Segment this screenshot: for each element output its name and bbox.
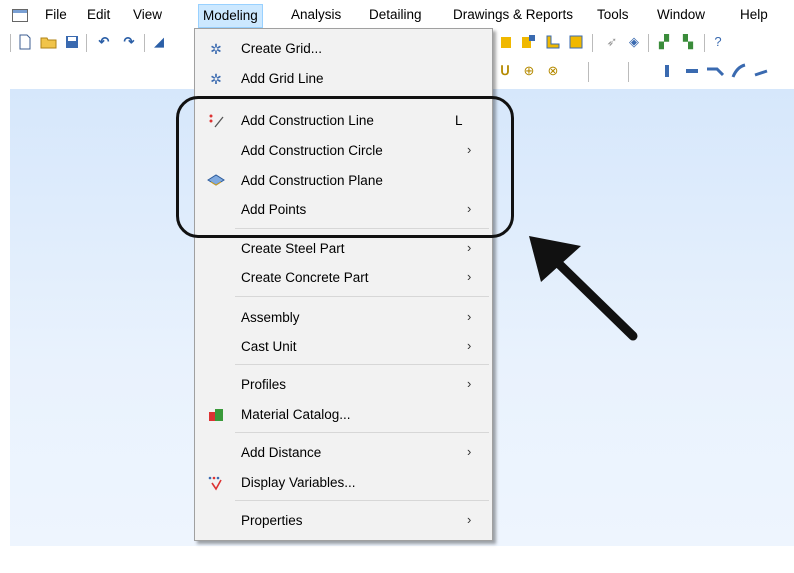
vertical-beam-icon[interactable] — [660, 63, 674, 79]
menu-analysis[interactable]: Analysis — [287, 5, 345, 25]
submenu-arrow-icon: › — [467, 269, 472, 284]
toolbar-tool-icon[interactable]: ◢ — [150, 34, 168, 50]
menu-item-label: Properties — [241, 513, 303, 528]
column-icon[interactable] — [521, 33, 537, 50]
menu-item-create-concrete-part[interactable]: Create Concrete Part › — [195, 264, 492, 292]
curved-beam-icon[interactable] — [730, 63, 748, 79]
menu-edit[interactable]: Edit — [83, 5, 114, 25]
annotation-highlight-box — [176, 96, 514, 238]
polygon-cut-icon[interactable]: ⊗ — [544, 63, 562, 79]
u-shape-icon[interactable]: ᑌ — [497, 63, 513, 79]
menu-item-label: Create Steel Part — [241, 241, 345, 256]
menu-window[interactable]: Window — [653, 5, 709, 25]
horizontal-beam-icon[interactable] — [684, 63, 700, 79]
menu-separator — [235, 432, 489, 433]
component-icon[interactable]: ▞ — [656, 33, 672, 50]
menu-item-display-variables[interactable]: Display Variables... — [195, 469, 492, 497]
toolbar-separator — [86, 34, 87, 52]
menu-item-profiles[interactable]: Profiles › — [195, 371, 492, 399]
submenu-arrow-icon: › — [467, 376, 472, 391]
menu-item-label: Add Distance — [241, 445, 322, 460]
grid-icon: ✲ — [210, 41, 222, 57]
material-catalog-icon — [207, 407, 225, 423]
menu-item-properties[interactable]: Properties › — [195, 507, 492, 535]
menu-modeling[interactable]: Modeling — [198, 4, 263, 28]
menu-item-assembly[interactable]: Assembly › — [195, 304, 492, 332]
polybeam-icon[interactable] — [706, 63, 724, 79]
menu-separator — [235, 296, 489, 297]
menu-item-label: Display Variables... — [241, 475, 356, 490]
toolbar-separator — [628, 62, 629, 82]
grid-line-icon: ✲ — [210, 71, 222, 87]
redo-icon[interactable]: ↷ — [120, 34, 138, 50]
menu-item-label: Assembly — [241, 310, 300, 325]
toolbar-separator — [704, 34, 705, 52]
toolbar-separator — [144, 34, 145, 52]
display-variables-icon — [207, 475, 225, 491]
menu-item-cast-unit[interactable]: Cast Unit › — [195, 333, 492, 361]
menu-file[interactable]: File — [41, 5, 71, 25]
app-window-icon[interactable] — [12, 9, 28, 22]
menu-item-create-grid[interactable]: ✲ Create Grid... — [195, 35, 492, 63]
menu-item-label: Create Concrete Part — [241, 270, 369, 285]
open-folder-icon[interactable] — [40, 34, 58, 50]
menu-item-create-steel-part[interactable]: Create Steel Part › — [195, 235, 492, 263]
menubar: File Edit View Modeling Analysis Detaili… — [0, 0, 794, 28]
toolbar-separator — [648, 34, 649, 52]
cut-part-icon[interactable]: ⊕ — [520, 63, 538, 79]
menu-detailing[interactable]: Detailing — [365, 5, 426, 25]
undo-icon[interactable]: ↶ — [95, 34, 113, 50]
panel-icon[interactable] — [568, 33, 584, 50]
plate-icon[interactable] — [545, 33, 561, 50]
menu-item-label: Create Grid... — [241, 41, 323, 56]
menu-separator — [235, 364, 489, 365]
menu-item-label: Material Catalog... — [241, 407, 351, 422]
toolbar-separator — [592, 34, 593, 52]
menu-help[interactable]: Help — [736, 5, 772, 25]
help-pointer-icon[interactable]: ? — [710, 33, 726, 50]
menu-drawings-reports[interactable]: Drawings & Reports — [449, 5, 577, 25]
bolt-icon[interactable]: ◈ — [626, 33, 642, 50]
line-tool-icon[interactable] — [752, 63, 770, 79]
submenu-arrow-icon: › — [467, 512, 472, 527]
toolbar-grip[interactable] — [10, 34, 11, 52]
save-icon[interactable] — [64, 34, 80, 50]
menu-item-material-catalog[interactable]: Material Catalog... — [195, 401, 492, 429]
submenu-arrow-icon: › — [467, 309, 472, 324]
annotation-arrow — [529, 236, 638, 341]
submenu-arrow-icon: › — [467, 444, 472, 459]
beam-icon[interactable] — [498, 33, 514, 50]
menu-tools[interactable]: Tools — [593, 5, 633, 25]
toolbar-separator — [588, 62, 589, 82]
menu-item-label: Add Grid Line — [241, 71, 324, 86]
menu-item-label: Profiles — [241, 377, 287, 392]
menu-item-add-grid-line[interactable]: ✲ Add Grid Line — [195, 65, 492, 93]
submenu-arrow-icon: › — [467, 338, 472, 353]
menu-separator — [235, 500, 489, 501]
component-catalog-icon[interactable]: ▚ — [680, 33, 696, 50]
menu-item-add-distance[interactable]: Add Distance › — [195, 439, 492, 467]
menu-view[interactable]: View — [129, 5, 166, 25]
weld-icon[interactable]: ➶ — [604, 33, 620, 50]
menu-item-label: Cast Unit — [241, 339, 297, 354]
submenu-arrow-icon: › — [467, 240, 472, 255]
new-icon[interactable] — [17, 34, 33, 50]
